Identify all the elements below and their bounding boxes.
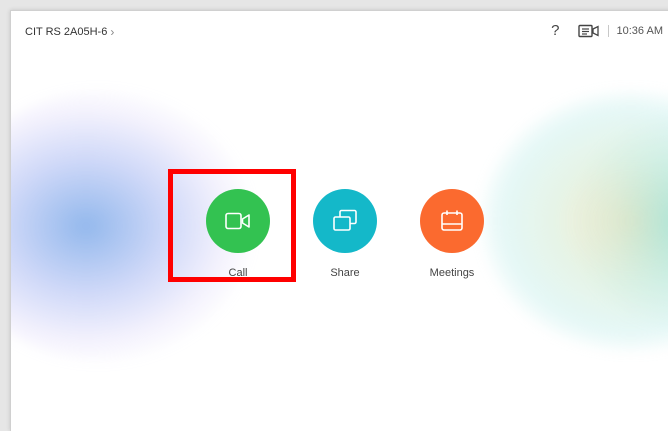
video-camera-icon — [225, 212, 250, 230]
call-button[interactable]: Call — [193, 189, 283, 279]
home-actions: Call Share Meetings — [11, 11, 668, 431]
meetings-button[interactable]: Meetings — [407, 189, 497, 279]
meetings-button-circle — [420, 189, 484, 253]
share-button[interactable]: Share — [300, 189, 390, 279]
share-button-circle — [313, 189, 377, 253]
meetings-button-label: Meetings — [429, 267, 475, 279]
call-button-circle — [206, 189, 270, 253]
screen-share-icon — [333, 209, 357, 231]
touch-panel-home-screen: CIT RS 2A05H-6 › ? 10:36 AM Call Share M… — [10, 10, 668, 431]
share-button-label: Share — [330, 267, 360, 279]
call-button-label: Call — [228, 267, 248, 279]
calendar-icon — [441, 210, 463, 231]
